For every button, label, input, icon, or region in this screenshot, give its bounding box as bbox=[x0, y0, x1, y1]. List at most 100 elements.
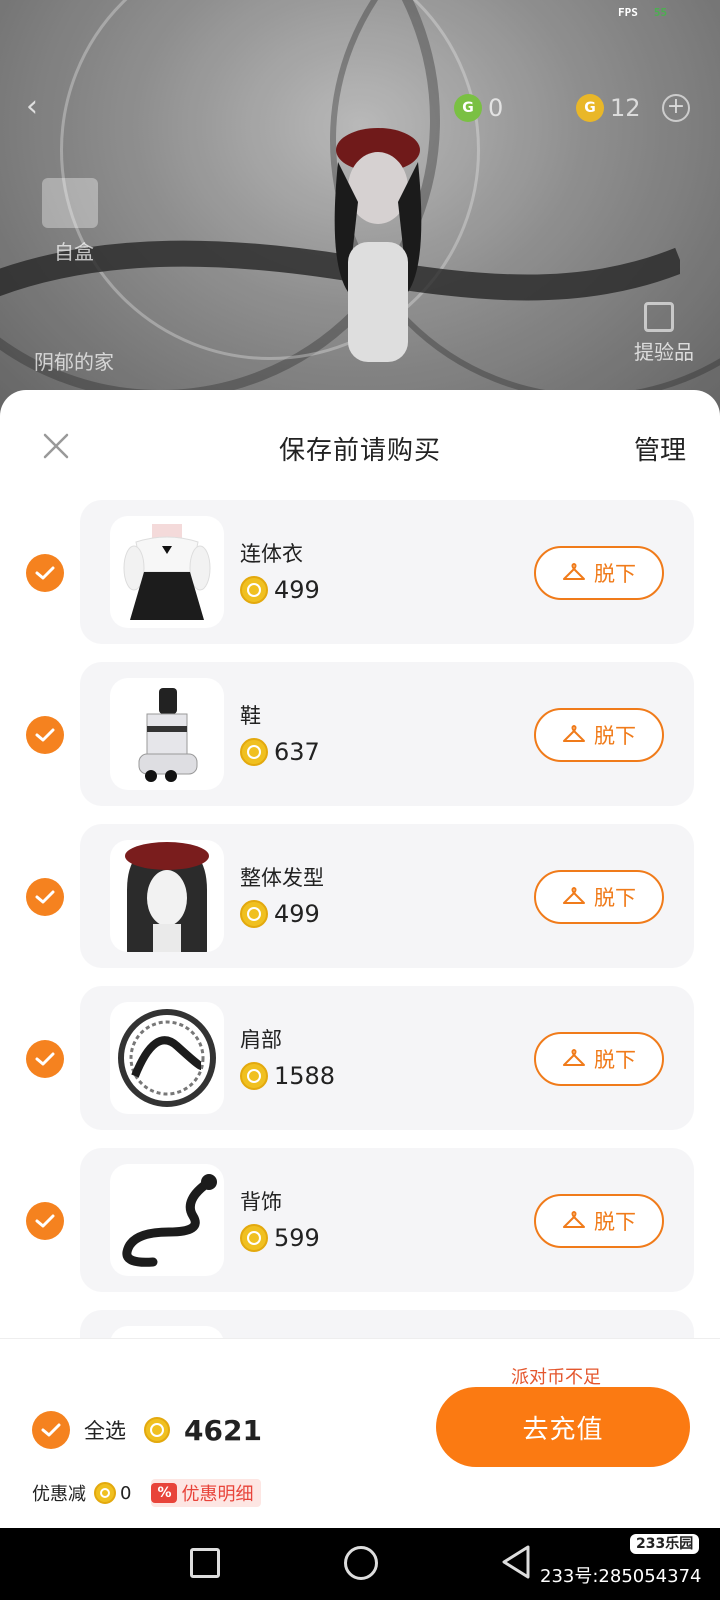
gift-box-icon[interactable] bbox=[42, 178, 98, 228]
purchase-footer: 派对币不足 全选 4621 优惠减 0 % 优惠明细 去充值 bbox=[0, 1338, 720, 1528]
total-price-value: 4621 bbox=[184, 1413, 262, 1447]
item-name: 整体发型 bbox=[240, 866, 324, 890]
item-card: 连体衣 499 脱下 bbox=[80, 500, 694, 644]
item-checkbox[interactable] bbox=[26, 878, 64, 916]
select-all-control[interactable]: 全选 4621 bbox=[32, 1411, 262, 1449]
item-checkbox[interactable] bbox=[26, 1040, 64, 1078]
fps-value: 55 bbox=[653, 6, 668, 19]
select-all-checkbox[interactable] bbox=[32, 1411, 70, 1449]
item-thumbnail bbox=[110, 516, 224, 628]
check-icon bbox=[41, 1423, 61, 1437]
green-coin-icon: G bbox=[454, 94, 482, 122]
back-icon[interactable]: ‹ bbox=[26, 90, 60, 124]
dragon-back-image bbox=[122, 1174, 217, 1267]
discount-label: 优惠减 bbox=[32, 1484, 86, 1505]
fps-label: FPS bbox=[618, 6, 638, 19]
item-price-value: 1588 bbox=[274, 1062, 336, 1090]
insufficient-coins-text: 派对币不足 bbox=[511, 1367, 601, 1388]
recent-apps-icon[interactable] bbox=[190, 1548, 220, 1578]
item-price-value: 499 bbox=[274, 576, 320, 604]
green-currency-value: 0 bbox=[488, 94, 504, 122]
discount-detail-label: 优惠明细 bbox=[181, 1484, 254, 1505]
fps-counter: FPS 55 bbox=[618, 6, 667, 19]
party-coin-icon bbox=[94, 1482, 116, 1504]
hanger-icon bbox=[563, 1211, 585, 1228]
remove-label: 脱下 bbox=[594, 562, 636, 586]
item-price-value: 499 bbox=[274, 900, 320, 928]
item-price: 499 bbox=[240, 900, 320, 928]
system-nav-bar: 233乐园 233号:285054374 bbox=[0, 1528, 720, 1600]
list-item bbox=[0, 1310, 720, 1338]
sheet-header: 保存前请购买 管理 bbox=[0, 390, 720, 500]
list-item: 鞋 637 脱下 bbox=[0, 662, 720, 824]
list-item: 连体衣 499 脱下 bbox=[0, 500, 720, 662]
item-price: 599 bbox=[240, 1224, 320, 1252]
item-card: 背饰 599 脱下 bbox=[80, 1148, 694, 1292]
item-thumbnail bbox=[110, 678, 224, 790]
list-item: 背饰 599 脱下 bbox=[0, 1148, 720, 1310]
gold-currency: G 12 bbox=[576, 94, 641, 122]
discount-detail-link[interactable]: % 优惠明细 bbox=[151, 1479, 262, 1507]
item-price: 499 bbox=[240, 576, 320, 604]
recharge-button[interactable]: 去充值 bbox=[436, 1387, 690, 1467]
hanger-icon bbox=[563, 725, 585, 742]
item-name: 鞋 bbox=[240, 704, 261, 728]
party-coin-icon bbox=[240, 1224, 268, 1252]
item-card: 鞋 637 脱下 bbox=[80, 662, 694, 806]
remove-button[interactable]: 脱下 bbox=[534, 1194, 664, 1248]
percent-icon: % bbox=[151, 1483, 178, 1503]
hairstyle-image bbox=[125, 842, 209, 952]
discount-value: 0 bbox=[120, 1482, 132, 1504]
item-thumbnail bbox=[110, 1164, 224, 1276]
dress-image bbox=[123, 524, 211, 620]
item-name: 肩部 bbox=[240, 1028, 282, 1052]
list-item: 肩部 1588 脱下 bbox=[0, 986, 720, 1148]
item-thumbnail bbox=[110, 1002, 224, 1114]
party-coin-icon bbox=[240, 1062, 268, 1090]
remove-button[interactable]: 脱下 bbox=[534, 546, 664, 600]
shoes-image bbox=[138, 688, 198, 782]
remove-label: 脱下 bbox=[594, 724, 636, 748]
item-name: 连体衣 bbox=[240, 542, 303, 566]
item-price-value: 599 bbox=[274, 1224, 320, 1252]
discount-row: 优惠减 0 % 优惠明细 bbox=[32, 1479, 262, 1507]
item-price-value: 637 bbox=[274, 738, 320, 766]
back-nav-icon[interactable] bbox=[500, 1544, 532, 1580]
party-coin-icon bbox=[240, 576, 268, 604]
edit-icon[interactable] bbox=[644, 302, 674, 332]
check-icon bbox=[35, 890, 55, 904]
sheet-title: 保存前请购买 bbox=[278, 436, 441, 466]
item-price: 637 bbox=[240, 738, 320, 766]
check-icon bbox=[35, 1052, 55, 1066]
item-name: 背饰 bbox=[240, 1190, 282, 1214]
check-icon bbox=[35, 1214, 55, 1228]
check-icon bbox=[35, 566, 55, 580]
watermark-logo: 233乐园 bbox=[630, 1534, 700, 1554]
home-icon[interactable] bbox=[344, 1546, 378, 1580]
item-list: 连体衣 499 脱下 鞋 637 脱下 整体发型 499 脱下 肩部 1588 … bbox=[0, 500, 720, 1338]
remove-button[interactable]: 脱下 bbox=[534, 708, 664, 762]
item-card: 肩部 1588 脱下 bbox=[80, 986, 694, 1130]
watermark-text: 233号:285054374 bbox=[540, 1566, 702, 1587]
scene-left-label: 阴郁的家 bbox=[34, 350, 114, 374]
item-checkbox[interactable] bbox=[26, 716, 64, 754]
remove-label: 脱下 bbox=[594, 886, 636, 910]
total-price: 4621 bbox=[144, 1414, 262, 1447]
list-item: 整体发型 499 脱下 bbox=[0, 824, 720, 986]
remove-button[interactable]: 脱下 bbox=[534, 870, 664, 924]
check-icon bbox=[35, 728, 55, 742]
green-currency: G 0 bbox=[454, 94, 503, 122]
hanger-icon bbox=[563, 887, 585, 904]
item-card: 整体发型 499 脱下 bbox=[80, 824, 694, 968]
hanger-icon bbox=[563, 1049, 585, 1066]
party-coin-icon bbox=[144, 1417, 170, 1443]
item-checkbox[interactable] bbox=[26, 1202, 64, 1240]
party-coin-icon bbox=[240, 900, 268, 928]
remove-label: 脱下 bbox=[594, 1210, 636, 1234]
remove-button[interactable]: 脱下 bbox=[534, 1032, 664, 1086]
hanger-icon bbox=[563, 563, 585, 580]
item-checkbox[interactable] bbox=[26, 554, 64, 592]
manage-button[interactable]: 管理 bbox=[634, 430, 686, 467]
add-currency-icon[interactable]: + bbox=[662, 94, 690, 122]
shoulder-ring-image bbox=[118, 1009, 216, 1107]
